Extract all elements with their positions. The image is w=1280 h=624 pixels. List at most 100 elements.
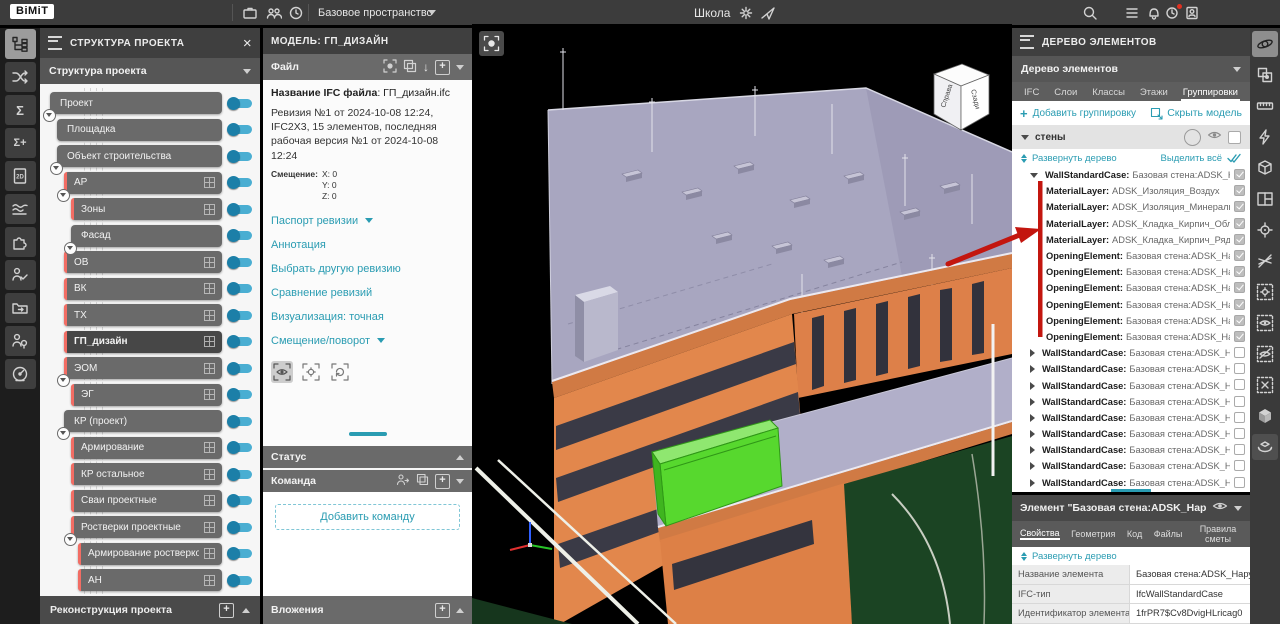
- tree-row[interactable]: WallStandardCase:Базовая стена:ADSK_Нару…: [1012, 426, 1250, 442]
- row-checkbox[interactable]: [1234, 347, 1245, 358]
- history-globe-icon[interactable]: [286, 3, 306, 23]
- offset-settings-gear-button[interactable]: [300, 361, 322, 383]
- visibility-toggle[interactable]: [229, 99, 252, 108]
- tree-expander-icon[interactable]: [57, 189, 70, 202]
- grid-icon[interactable]: [204, 363, 215, 374]
- hide-edges-button[interactable]: [1252, 248, 1278, 274]
- approvals-tool-button[interactable]: [5, 260, 36, 290]
- element-visibility-eye-icon[interactable]: [1212, 499, 1228, 517]
- model-link[interactable]: Аннотация: [271, 233, 464, 257]
- grid-icon[interactable]: [204, 257, 215, 268]
- tree-row[interactable]: OpeningElement:Базовая стена:ADSK_Наружн…: [1012, 248, 1250, 264]
- focus-camera-button[interactable]: [479, 31, 504, 56]
- tree-tab[interactable]: IFC: [1022, 85, 1041, 101]
- clash-tool-button[interactable]: [1252, 124, 1278, 150]
- app-logo[interactable]: BiMiT: [10, 4, 54, 19]
- structure-item[interactable]: Проект: [50, 92, 222, 114]
- grid-icon[interactable]: [204, 389, 215, 400]
- visibility-toggle[interactable]: [229, 417, 252, 426]
- team-users-icon[interactable]: [264, 3, 284, 23]
- share-icon[interactable]: [758, 3, 778, 23]
- grid-icon[interactable]: [204, 204, 215, 215]
- expand-icon[interactable]: [1030, 382, 1035, 390]
- viewport-3d[interactable]: Справа Сзади: [472, 24, 1012, 624]
- team-section-bar[interactable]: Команда +: [263, 470, 472, 492]
- sum-add-tool-button[interactable]: Σ+: [5, 128, 36, 158]
- panel-menu-icon[interactable]: [1020, 35, 1034, 49]
- tree-mode-dropdown[interactable]: Дерево элементов: [1012, 56, 1250, 82]
- row-checkbox[interactable]: [1234, 315, 1245, 326]
- measure-tool-button[interactable]: [1252, 93, 1278, 119]
- row-checkbox[interactable]: [1234, 282, 1245, 293]
- projects-briefcase-icon[interactable]: [240, 3, 260, 23]
- row-checkbox[interactable]: [1234, 428, 1245, 439]
- row-checkbox[interactable]: [1234, 201, 1245, 212]
- close-icon[interactable]: ×: [243, 35, 252, 52]
- expand-icon[interactable]: [1030, 414, 1035, 422]
- element-tab[interactable]: Свойства: [1020, 528, 1060, 540]
- tree-tab[interactable]: Этажи: [1138, 85, 1170, 101]
- row-checkbox[interactable]: [1234, 412, 1245, 423]
- visibility-toggle[interactable]: [229, 152, 252, 161]
- tree-row[interactable]: OpeningElement:Базовая стена:ADSK_Наружн…: [1012, 264, 1250, 280]
- add-icon[interactable]: +: [435, 603, 450, 618]
- add-group-button[interactable]: Добавить группировку: [1033, 108, 1136, 119]
- relations-tool-button[interactable]: [5, 62, 36, 92]
- structure-item[interactable]: Ростверки проектные: [71, 516, 222, 538]
- structure-item[interactable]: КР (проект): [64, 410, 222, 432]
- structure-item[interactable]: Зоны: [71, 198, 222, 220]
- tree-row[interactable]: OpeningElement:Базовая стена:ADSK_Наружн…: [1012, 297, 1250, 313]
- structure-item[interactable]: Армирование ростверков: [78, 543, 222, 565]
- row-checkbox[interactable]: [1234, 363, 1245, 374]
- grid-icon[interactable]: [204, 442, 215, 453]
- view-offset-eye-button[interactable]: [271, 361, 293, 383]
- panel-splitter-handle[interactable]: [349, 432, 387, 436]
- personnel-location-tool-button[interactable]: [5, 326, 36, 356]
- hide-model-button[interactable]: Скрыть модель: [1150, 107, 1242, 120]
- grid-icon[interactable]: [204, 177, 215, 188]
- chevron-up-icon[interactable]: [456, 608, 464, 613]
- structure-item[interactable]: ГП_дизайн: [64, 331, 222, 353]
- charts-tool-button[interactable]: [5, 194, 36, 224]
- row-checkbox[interactable]: [1234, 379, 1245, 390]
- structure-item[interactable]: Сваи проектные: [71, 490, 222, 512]
- row-checkbox[interactable]: [1234, 299, 1245, 310]
- model-link[interactable]: Смещение/поворот: [271, 329, 464, 353]
- tree-row[interactable]: MaterialLayer:ADSK_Кладка_Кирпич_Облицов…: [1012, 216, 1250, 232]
- visibility-toggle[interactable]: [229, 390, 252, 399]
- element-tab[interactable]: Файлы: [1154, 529, 1183, 539]
- structure-item[interactable]: АН: [78, 569, 222, 591]
- structure-item[interactable]: АР: [64, 172, 222, 194]
- grid-icon[interactable]: [204, 548, 215, 559]
- expand-icon[interactable]: [1030, 349, 1035, 357]
- group-checkbox[interactable]: [1228, 131, 1241, 144]
- model-link[interactable]: Сравнение ревизий: [271, 281, 464, 305]
- structure-tool-button[interactable]: [5, 29, 36, 59]
- tree-row[interactable]: WallStandardCase:Базовая стена:ADSK_Нару…: [1012, 361, 1250, 377]
- row-checkbox[interactable]: [1234, 169, 1245, 180]
- tree-row[interactable]: OpeningElement:Базовая стена:ADSK_Наружн…: [1012, 313, 1250, 329]
- visibility-toggle[interactable]: [229, 205, 252, 214]
- row-checkbox[interactable]: [1234, 234, 1245, 245]
- grid-icon[interactable]: [204, 522, 215, 533]
- tree-row[interactable]: WallStandardCase:Базовая стена:ADSK_Нару…: [1012, 442, 1250, 458]
- row-checkbox[interactable]: [1234, 250, 1245, 261]
- row-checkbox[interactable]: [1234, 444, 1245, 455]
- selection-settings-button[interactable]: [1252, 279, 1278, 305]
- focus-model-icon[interactable]: [383, 59, 397, 76]
- visibility-toggle[interactable]: [229, 523, 252, 532]
- grid-icon[interactable]: [204, 283, 215, 294]
- grid-icon[interactable]: [204, 575, 215, 586]
- tree-expander-icon[interactable]: [57, 374, 70, 387]
- tree-expander-icon[interactable]: [57, 427, 70, 440]
- recent-clock-icon[interactable]: [1162, 3, 1182, 23]
- row-checkbox[interactable]: [1234, 331, 1245, 342]
- grid-icon[interactable]: [204, 495, 215, 506]
- grid-icon[interactable]: [204, 469, 215, 480]
- search-icon[interactable]: [1080, 3, 1100, 23]
- tree-row[interactable]: WallStandardCase:Базовая стена:ADSK_Нару…: [1012, 345, 1250, 361]
- add-icon[interactable]: +: [1020, 106, 1028, 121]
- select-elements-button[interactable]: [1252, 62, 1278, 88]
- visibility-toggle[interactable]: [229, 549, 252, 558]
- hide-selected-button[interactable]: [1252, 341, 1278, 367]
